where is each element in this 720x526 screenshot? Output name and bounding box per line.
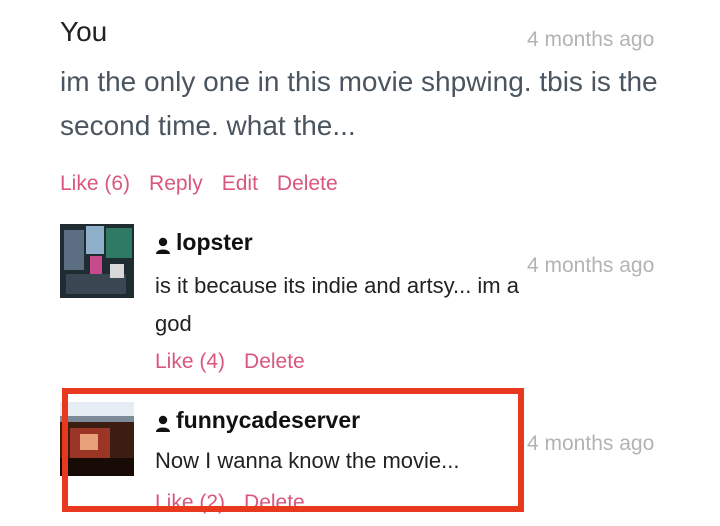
reply-timestamp: 4 months ago xyxy=(527,254,655,277)
avatar[interactable] xyxy=(60,224,134,298)
delete-button[interactable]: Delete xyxy=(244,350,305,374)
reply-timestamp: 4 months ago xyxy=(527,432,655,455)
comment-timestamp: 4 months ago xyxy=(527,28,655,51)
reply-author[interactable]: lopster xyxy=(155,229,253,256)
comment-author: You xyxy=(60,16,108,47)
like-button[interactable]: Like (6) xyxy=(60,172,130,196)
reply-actions: Like (4) Delete xyxy=(155,350,324,374)
reply-text: is it because its indie and artsy... im … xyxy=(155,273,519,336)
reply-button[interactable]: Reply xyxy=(149,172,203,196)
comment-actions: Like (6) Reply Edit Delete xyxy=(60,172,357,196)
highlight-box xyxy=(62,388,524,512)
edit-button[interactable]: Edit xyxy=(222,172,258,196)
comment-text: im the only one in this movie shpwing. t… xyxy=(60,66,658,141)
like-button[interactable]: Like (4) xyxy=(155,350,225,374)
reply-author-name: lopster xyxy=(176,229,253,255)
user-icon xyxy=(155,234,171,254)
delete-button[interactable]: Delete xyxy=(277,172,338,196)
